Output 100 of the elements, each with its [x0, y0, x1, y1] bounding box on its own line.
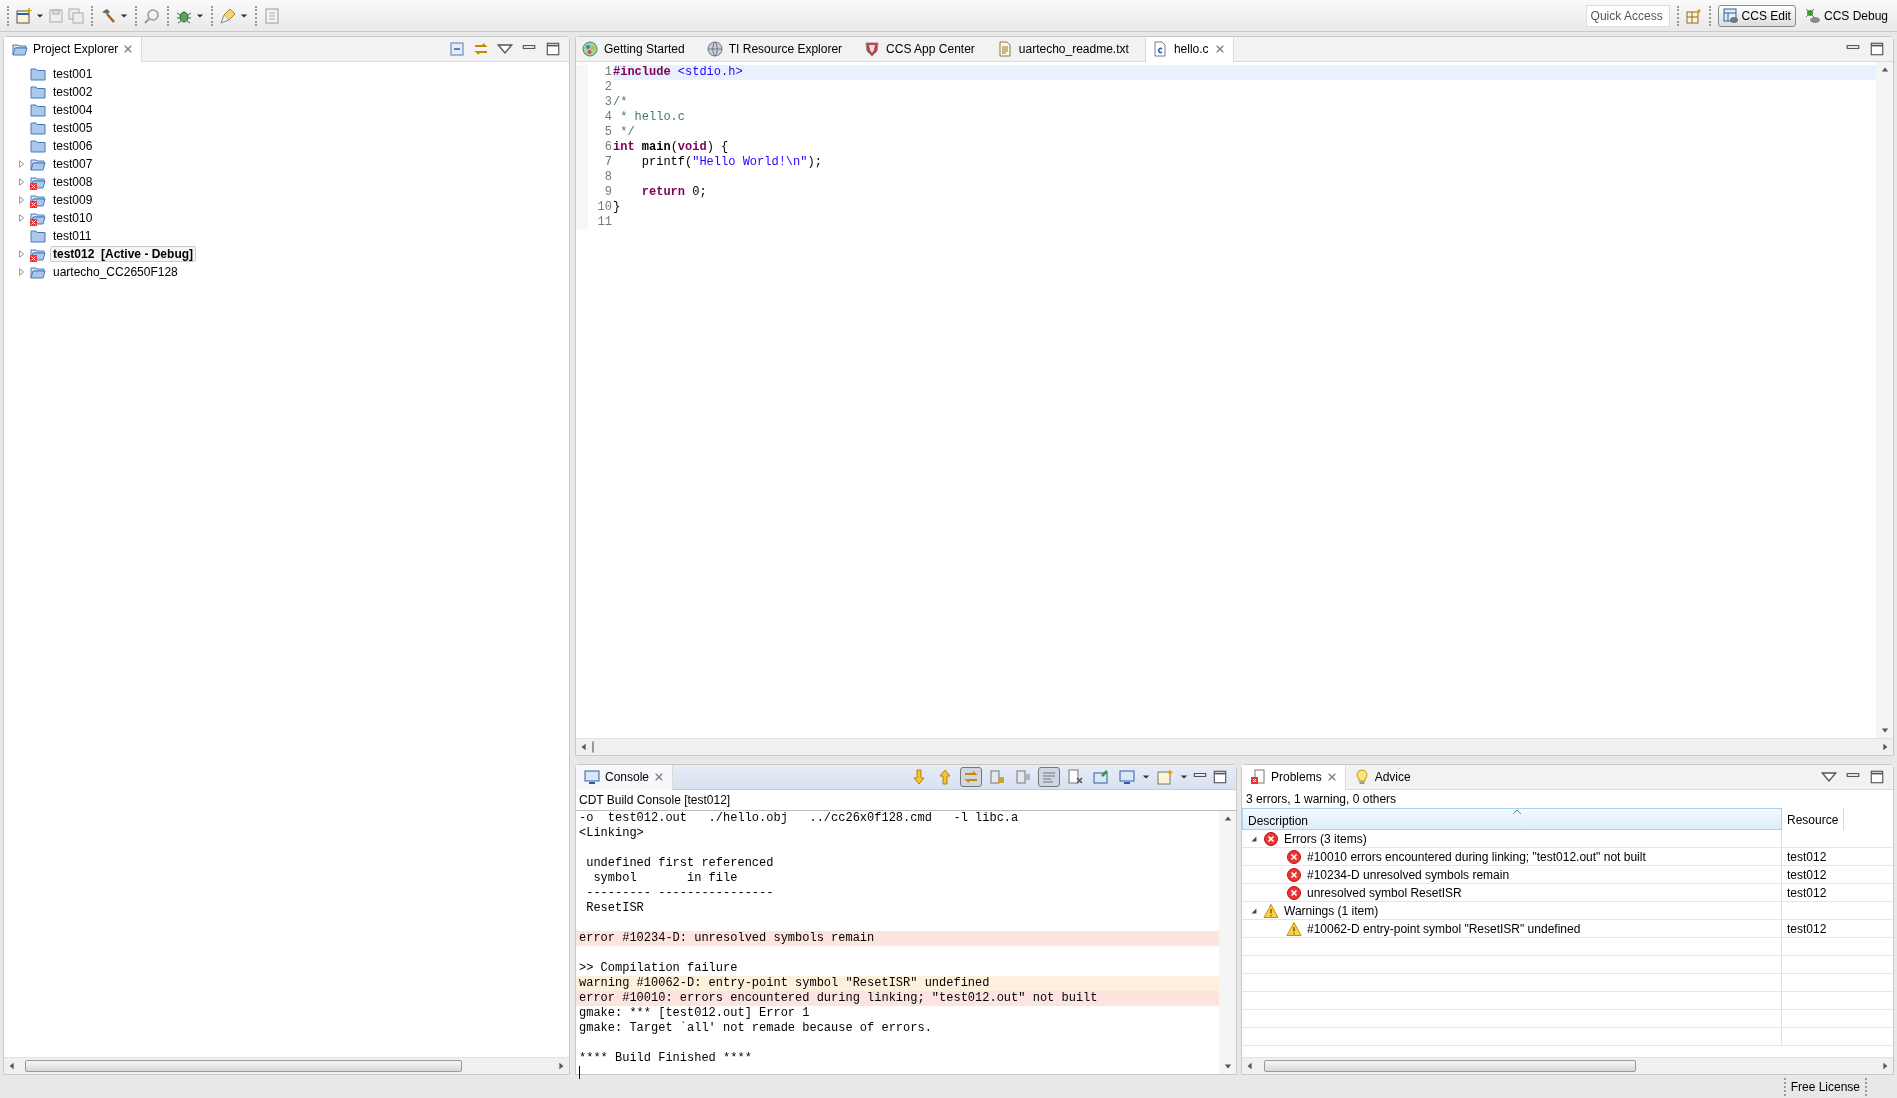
problem-description[interactable]: #10062-D entry-point symbol "ResetISR" undefined: [1307, 919, 1581, 938]
column-header[interactable]: Description: [1242, 808, 1782, 830]
vertical-scrollbar[interactable]: [1876, 62, 1893, 738]
search-icon[interactable]: [144, 7, 160, 24]
tree-item[interactable]: test004: [50, 102, 96, 118]
folder-icon: [30, 228, 46, 244]
scrollbar-thumb[interactable]: [1264, 1060, 1636, 1072]
close-icon[interactable]: [1326, 772, 1337, 782]
tree-item[interactable]: test002: [50, 84, 96, 100]
tree-item[interactable]: test010: [50, 210, 96, 226]
view-tab[interactable]: Project Explorer: [4, 36, 143, 62]
problem-resource: test012: [1786, 848, 1827, 866]
column-header[interactable]: Resource: [1782, 808, 1845, 830]
monitor-icon: [1119, 769, 1135, 785]
toolbar-button[interactable]: [1038, 767, 1060, 787]
folder-icon: [12, 41, 28, 57]
hammer-icon[interactable]: [100, 7, 116, 24]
problem-description[interactable]: #10234-D unresolved symbols remain: [1307, 865, 1510, 884]
line-number: 10: [576, 200, 613, 215]
horizontal-scrollbar[interactable]: [4, 1057, 569, 1074]
project-error-icon: [30, 192, 46, 208]
tree-item[interactable]: test012 [Active - Debug]: [50, 246, 197, 262]
problem-group[interactable]: Errors (3 items): [1284, 829, 1367, 848]
toolbar-button[interactable]: [960, 767, 982, 787]
shield-icon: [864, 41, 881, 57]
vertical-scrollbar[interactable]: [1219, 811, 1236, 1074]
quick-access-field[interactable]: Quick Access: [1585, 4, 1670, 27]
close-icon[interactable]: [654, 772, 665, 782]
up-arrow-icon: [937, 769, 953, 785]
scroll-right-icon[interactable]: [557, 1062, 565, 1070]
maximize-icon[interactable]: [1869, 769, 1885, 785]
editor-tab[interactable]: hello.c: [1144, 36, 1234, 62]
tree-item[interactable]: test001: [50, 66, 96, 82]
editor-tab[interactable]: TI Resource Explorer: [700, 36, 859, 62]
bug-icon: [1804, 7, 1821, 24]
globe-icon: [706, 41, 723, 57]
editor-tab[interactable]: uartecho_readme.txt: [990, 36, 1145, 62]
code-line: }: [613, 200, 621, 215]
close-icon[interactable]: [1214, 44, 1225, 54]
tree-item[interactable]: test008: [50, 174, 96, 190]
console-line: ResetISR: [585, 901, 645, 916]
line-number: 11: [576, 215, 613, 230]
scrollbar-thumb[interactable]: [25, 1060, 463, 1072]
problem-description[interactable]: unresolved symbol ResetISR: [1307, 883, 1462, 902]
problem-description[interactable]: #10010 errors encountered during linking; "test012.out" not built: [1307, 847, 1646, 866]
lock-icon: [989, 769, 1005, 785]
tree-item[interactable]: test009: [50, 192, 96, 208]
toolbar-button[interactable]: [1116, 767, 1138, 787]
tree-item[interactable]: uartecho_CC2650F128: [50, 264, 181, 280]
link-arrows-icon[interactable]: [473, 41, 489, 57]
link-arrows-icon: [963, 769, 979, 785]
scrollbar-thumb[interactable]: [592, 741, 594, 753]
scroll-left-icon[interactable]: [1246, 1062, 1254, 1070]
perspective-button[interactable]: CCS Debug: [1799, 4, 1893, 27]
tree-item[interactable]: test011: [50, 228, 95, 244]
horizontal-scrollbar[interactable]: [576, 738, 1893, 755]
lines-icon: [1041, 769, 1057, 785]
new-file-icon[interactable]: [16, 7, 32, 24]
scroll-up-icon[interactable]: [1880, 66, 1889, 74]
scroll-down-icon[interactable]: [1223, 1062, 1232, 1070]
dropdown-caret-icon[interactable]: [120, 11, 128, 20]
editor-tab[interactable]: Getting Started: [576, 36, 701, 62]
dropdown-caret-icon[interactable]: [1180, 773, 1188, 781]
dropdown-caret-icon[interactable]: [36, 11, 44, 20]
dropdown-caret-icon[interactable]: [196, 11, 204, 20]
problem-group[interactable]: Warnings (1 item): [1284, 901, 1379, 920]
close-icon[interactable]: [123, 44, 134, 54]
clear-icon: [1067, 769, 1083, 785]
problems-summary: 3 errors, 1 warning, 0 others: [1245, 791, 1398, 808]
collapse-all-icon[interactable]: [449, 41, 465, 57]
scroll-left-icon[interactable]: [580, 743, 588, 751]
line-number: 2: [576, 80, 613, 95]
scroll-right-icon[interactable]: [1881, 1062, 1889, 1070]
code-line: * hello.c: [619, 110, 685, 125]
view-tab-label: Project Explorer: [33, 41, 119, 58]
scroll-right-icon[interactable]: [1881, 743, 1889, 751]
maximize-icon[interactable]: [545, 41, 561, 57]
dropdown-caret-icon[interactable]: [240, 11, 248, 20]
scroll-left-icon[interactable]: [8, 1062, 16, 1070]
scroll-down-icon[interactable]: [1880, 726, 1889, 734]
expand-arrow-icon[interactable]: [1250, 906, 1258, 915]
open-perspective-icon[interactable]: [1685, 7, 1702, 24]
scroll-up-icon[interactable]: [1223, 815, 1232, 823]
code-line: return 0;: [640, 185, 707, 200]
console-line: symbol in file: [592, 871, 739, 886]
tree-item[interactable]: test007: [50, 156, 96, 172]
view-tab[interactable]: Problems: [1242, 764, 1346, 790]
maximize-icon[interactable]: [1212, 769, 1228, 785]
view-tab[interactable]: Console: [576, 764, 674, 790]
horizontal-scrollbar[interactable]: [1242, 1057, 1893, 1074]
maximize-icon[interactable]: [1869, 41, 1885, 57]
tree-item[interactable]: test006: [50, 138, 96, 154]
console-line: undefined first referenced: [585, 856, 775, 871]
tree-item[interactable]: test005: [50, 120, 96, 136]
expand-arrow-icon[interactable]: [1250, 834, 1258, 843]
perspective-button[interactable]: CCS Edit: [1717, 4, 1796, 27]
editor-tab[interactable]: CCS App Center: [858, 36, 991, 62]
code-line: */: [619, 125, 635, 140]
view-tab[interactable]: Advice: [1345, 764, 1419, 790]
dropdown-caret-icon[interactable]: [1142, 773, 1150, 781]
